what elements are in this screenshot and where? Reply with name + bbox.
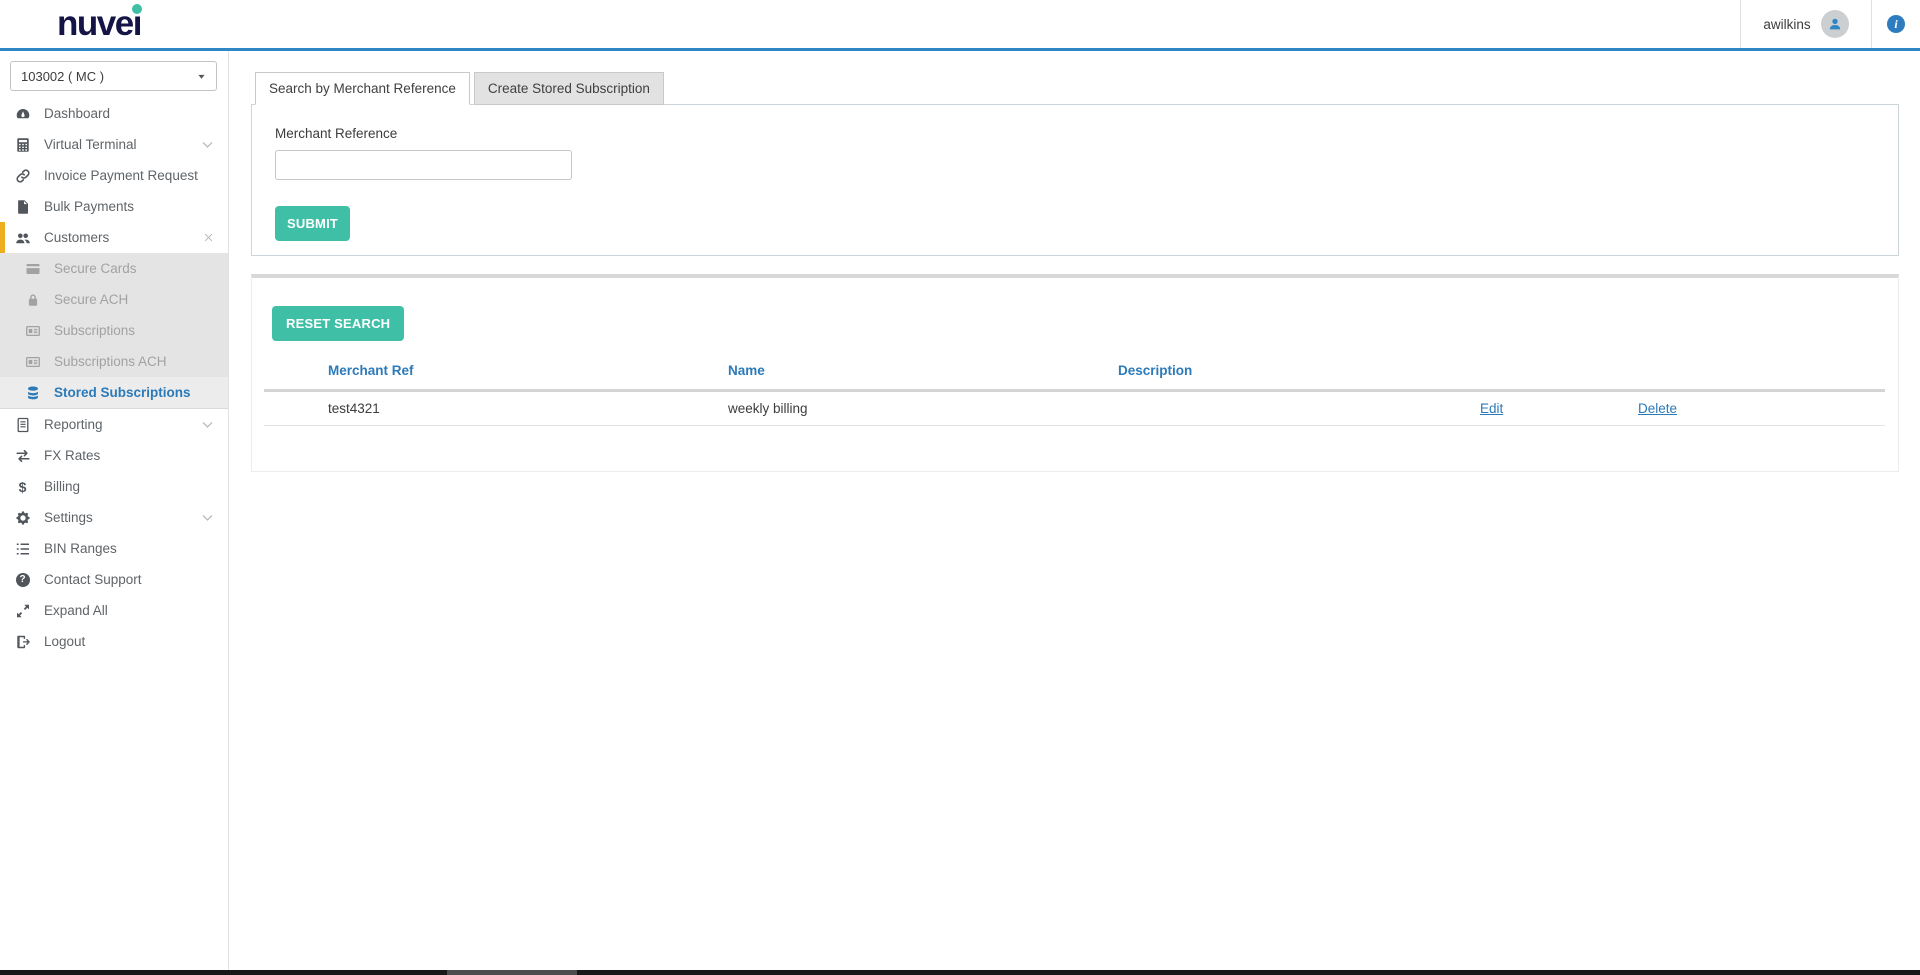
sidebar-item-label: Invoice Payment Request [44,168,198,183]
sidebar-item-customers[interactable]: Customers [0,222,228,253]
help-button[interactable]: i [1871,0,1920,48]
expand-icon [14,603,31,619]
sidebar-item-label: Virtual Terminal [44,137,137,152]
sidebar-item-contact-support[interactable]: ? Contact Support [0,564,228,595]
info-icon: i [1887,15,1905,33]
sidebar-item-label: Reporting [44,417,103,432]
sidebar-item-label: Contact Support [44,572,142,587]
sidebar-item-invoice-payment-request[interactable]: Invoice Payment Request [0,160,228,191]
sidebar-item-secure-ach[interactable]: Secure ACH [0,284,228,315]
top-header: nuvei awilkins i [0,0,1920,51]
dashboard-icon [14,106,31,122]
main-content: Search by Merchant Reference Create Stor… [230,51,1920,970]
sidebar-item-stored-subscriptions[interactable]: Stored Subscriptions [0,377,228,408]
sidebar-item-label: Bulk Payments [44,199,135,214]
file-icon [14,199,31,215]
sidebar-item-label: Secure Cards [54,261,137,276]
cell-name: weekly billing [728,401,808,416]
subscriptions-table: Merchant Ref Name Description test4321 w… [264,363,1885,426]
username-label: awilkins [1763,16,1811,32]
submit-button[interactable]: SUBMIT [275,206,351,241]
credit-card-icon [24,261,41,277]
column-header-merchant-ref: Merchant Ref [328,363,414,378]
sidebar-item-dashboard[interactable]: Dashboard [0,98,228,129]
table-row: test4321 weekly billing Edit Delete [264,392,1885,426]
user-menu[interactable]: awilkins [1740,0,1871,48]
header-right: awilkins i [1740,0,1920,48]
cell-merchant-ref: test4321 [328,401,380,416]
dollar-icon: $ [18,478,27,495]
sidebar-item-label: Customers [44,230,110,245]
subscription-icon [24,354,41,370]
nuvei-logo: nuvei [57,0,142,48]
sidebar-item-label: Dashboard [44,106,111,121]
bottom-scrollbar[interactable] [0,970,1920,975]
merchant-account-select[interactable]: 103002 ( MC ) [10,61,217,91]
sidebar-item-fx-rates[interactable]: FX Rates [0,440,228,471]
users-icon [14,230,31,246]
merchant-reference-label: Merchant Reference [275,126,398,141]
tab-search-by-merchant-reference[interactable]: Search by Merchant Reference [255,72,470,105]
merchant-account-value: 103002 ( MC ) [21,68,105,84]
delete-link[interactable]: Delete [1638,401,1677,416]
sidebar-item-settings[interactable]: Settings [0,502,228,533]
search-panel: Merchant Reference SUBMIT [251,104,1899,256]
sidebar-item-billing[interactable]: $ Billing [0,471,228,502]
sidebar-item-bin-ranges[interactable]: BIN Ranges [0,533,228,564]
close-icon[interactable] [203,232,214,243]
sidebar-item-expand-all[interactable]: Expand All [0,595,228,626]
logo-dot [131,4,142,14]
link-icon [14,168,31,184]
sidebar-item-logout[interactable]: Logout [0,626,228,657]
chevron-down-icon [201,511,214,524]
sidebar-item-label: Settings [44,510,93,525]
sidebar-item-label: Subscriptions [54,323,136,338]
list-icon [14,541,31,557]
sidebar-item-label: Secure ACH [54,292,129,307]
scrollbar-thumb[interactable] [447,970,577,975]
sidebar-item-label: Billing [44,479,81,494]
tab-bar: Search by Merchant Reference Create Stor… [255,72,1899,105]
caret-down-icon [197,72,206,81]
question-icon: ? [14,572,31,587]
tab-label: Create Stored Subscription [487,81,650,96]
reset-search-button[interactable]: RESET SEARCH [272,306,405,341]
logout-icon [14,634,31,650]
sidebar: 103002 ( MC ) Dashboard Virtual Terminal… [0,51,229,970]
exchange-icon [14,448,31,464]
sidebar-item-label: FX Rates [44,448,101,463]
tab-label: Search by Merchant Reference [269,81,456,96]
report-icon [14,417,31,433]
sidebar-item-label: Expand All [44,603,108,618]
database-icon [24,385,41,401]
sidebar-item-secure-cards[interactable]: Secure Cards [0,253,228,284]
column-header-description: Description [1118,363,1193,378]
lock-icon [24,292,41,308]
results-panel: RESET SEARCH Merchant Ref Name Descripti… [251,274,1899,472]
chevron-down-icon [201,138,214,151]
person-icon [1827,16,1843,32]
customers-submenu: Secure Cards Secure ACH Subscriptions Su… [0,253,228,409]
subscription-icon [24,323,41,339]
sidebar-item-subscriptions-ach[interactable]: Subscriptions ACH [0,346,228,377]
sidebar-item-label: BIN Ranges [44,541,117,556]
sidebar-item-reporting[interactable]: Reporting [0,409,228,440]
table-header-row: Merchant Ref Name Description [264,363,1885,389]
chevron-down-icon [201,418,214,431]
sidebar-item-label: Logout [44,634,86,649]
column-header-name: Name [728,363,765,378]
sidebar-item-virtual-terminal[interactable]: Virtual Terminal [0,129,228,160]
merchant-reference-input[interactable] [275,150,572,180]
tab-create-stored-subscription[interactable]: Create Stored Subscription [473,72,664,105]
sidebar-item-label: Subscriptions ACH [54,354,167,369]
edit-link[interactable]: Edit [1480,401,1503,416]
sidebar-item-label: Stored Subscriptions [54,385,191,400]
sidebar-item-subscriptions[interactable]: Subscriptions [0,315,228,346]
calculator-icon [14,137,31,153]
nuvei-logo-text: nuvei [57,4,142,43]
gear-icon [14,510,31,526]
sidebar-item-bulk-payments[interactable]: Bulk Payments [0,191,228,222]
avatar[interactable] [1820,10,1849,38]
